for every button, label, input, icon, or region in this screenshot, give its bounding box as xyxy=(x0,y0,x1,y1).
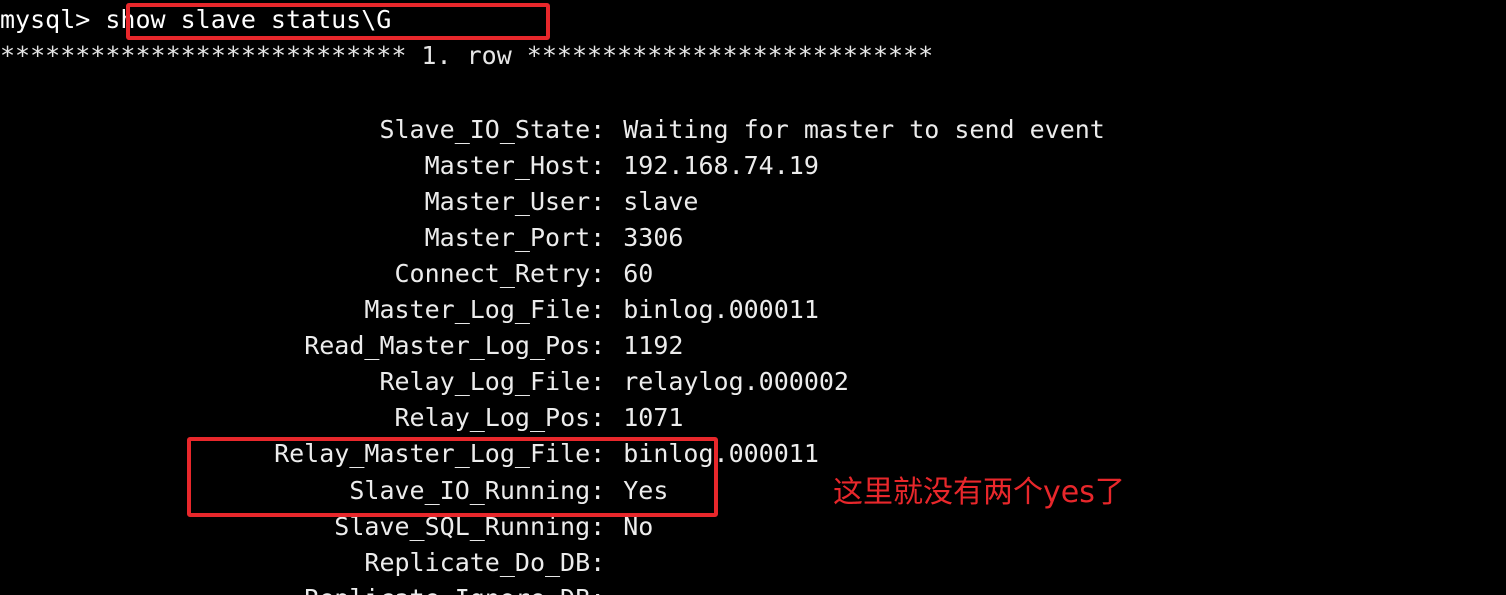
field-row: Relay_Log_File: relaylog.000002 xyxy=(0,328,1506,396)
field-row: Slave_IO_State: Waiting for master to sen… xyxy=(0,76,1506,144)
field-row: Master_Port: 3306 xyxy=(0,184,1506,252)
field-row: Replicate_Ignore_DB: xyxy=(0,545,1506,595)
field-row: Replicate_Do_DB: xyxy=(0,509,1506,577)
prompt-line: mysql> show slave status\G xyxy=(0,2,1506,38)
field-row-slave-sql-running: Slave_SQL_Running: No xyxy=(0,473,1506,541)
terminal-window[interactable]: mysql> show slave status\G *************… xyxy=(0,0,1506,595)
row-separator-line: *************************** 1. row *****… xyxy=(0,41,934,70)
field-row: Relay_Master_Log_File: binlog.000011 xyxy=(0,400,1506,468)
field-row: Master_Host: 192.168.74.19 xyxy=(0,112,1506,180)
shell-prompt: mysql> xyxy=(0,5,106,34)
field-row: Master_User: slave xyxy=(0,148,1506,216)
field-row-clipped: Replicate_Do_Table: xyxy=(0,581,1506,595)
field-row: Read_Master_Log_Pos: 1192 xyxy=(0,292,1506,360)
field-row: Relay_Log_Pos: 1071 xyxy=(0,364,1506,432)
field-row: Connect_Retry: 60 xyxy=(0,220,1506,288)
field-row: Master_Log_File: binlog.000011 xyxy=(0,256,1506,324)
field-row-slave-io-running: Slave_IO_Running: Yes xyxy=(0,437,1506,505)
command-text: show slave status\G xyxy=(105,5,392,34)
annotation-note: 这里就没有两个yes了 xyxy=(833,475,1125,510)
